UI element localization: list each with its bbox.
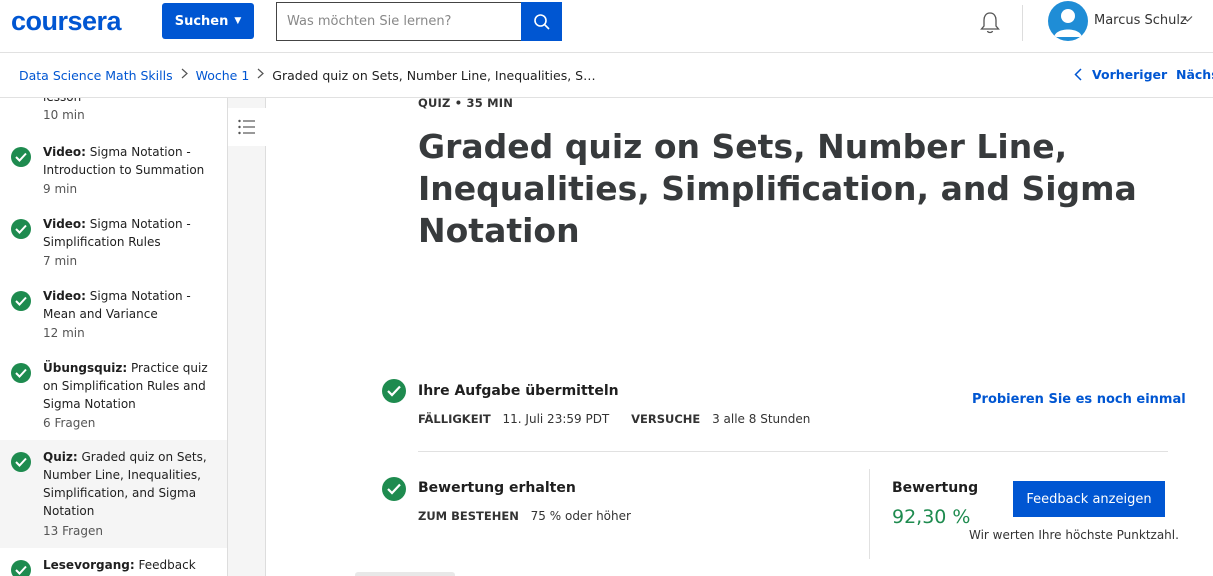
- sidebar-item-label: lesson: [43, 98, 213, 106]
- breadcrumb-current: Graded quiz on Sets, Number Line, Inequa…: [272, 68, 596, 83]
- top-navigation: coursera Suchen ▼ Marcus Schulz: [0, 0, 1213, 53]
- sidebar-item-type: Quiz:: [43, 450, 78, 464]
- submit-meta: FÄLLIGKEIT 11. Juli 23:59 PDT VERSUCHE 3…: [418, 412, 828, 426]
- due-label: FÄLLIGKEIT: [418, 412, 491, 426]
- sidebar-item-label: Video: Sigma Notation - Simplification R…: [43, 215, 213, 251]
- search-box: [276, 2, 522, 41]
- sidebar-item-partial[interactable]: lesson 10 min: [0, 98, 227, 128]
- search-input[interactable]: [277, 3, 522, 40]
- section-divider: [418, 451, 1168, 452]
- sidebar-item-title: Feedback: [138, 558, 196, 572]
- sidebar-item-meta: 10 min: [43, 108, 85, 122]
- list-icon: [238, 119, 255, 135]
- sidebar-item-label: Quiz: Graded quiz on Sets, Number Line, …: [43, 448, 213, 520]
- grade-meta: ZUM BESTEHEN 75 % oder höher: [418, 509, 649, 523]
- grade-section-title: Bewertung erhalten: [418, 480, 576, 496]
- explore-button-label: Suchen: [174, 13, 229, 29]
- check-circle-icon: [11, 452, 31, 472]
- search-icon: [533, 13, 550, 30]
- attempts-value: 3 alle 8 Stunden: [712, 412, 811, 426]
- check-circle-icon: [382, 477, 406, 501]
- check-circle-icon: [11, 147, 31, 167]
- course-sidebar: lesson 10 min Video: Sigma Notation - In…: [0, 98, 228, 576]
- sidebar-item-reading[interactable]: Lesevorgang: Feedback: [0, 554, 227, 576]
- grade-divider: [869, 469, 870, 559]
- sidebar-item-meta: 6 Fragen: [43, 416, 96, 430]
- explore-button[interactable]: Suchen ▼: [162, 3, 254, 39]
- breadcrumb-course-link[interactable]: Data Science Math Skills: [19, 68, 173, 83]
- breadcrumb-bar: Data Science Math Skills Woche 1 Graded …: [0, 53, 1213, 98]
- check-circle-icon: [11, 363, 31, 383]
- chevron-right-icon: [181, 68, 188, 83]
- chevron-down-icon[interactable]: [1182, 13, 1193, 26]
- previous-button[interactable]: Vorheriger: [1074, 67, 1167, 82]
- sidebar-item-practice-quiz[interactable]: Übungsquiz: Practice quiz on Simplificat…: [0, 354, 227, 440]
- submit-section-title: Ihre Aufgabe übermitteln: [418, 383, 619, 399]
- sidebar-item-label: Übungsquiz: Practice quiz on Simplificat…: [43, 359, 213, 413]
- sidebar-item-meta: 7 min: [43, 254, 78, 268]
- grade-value: 92,30 %: [892, 506, 971, 528]
- attempts-label: VERSUCHE: [631, 412, 701, 426]
- user-name[interactable]: Marcus Schulz: [1094, 13, 1187, 28]
- sidebar-item-label: Lesevorgang: Feedback: [43, 556, 213, 574]
- breadcrumb: Data Science Math Skills Woche 1 Graded …: [19, 68, 596, 83]
- sidebar-item-type: Lesevorgang:: [43, 558, 135, 572]
- sidebar-item-meta: 12 min: [43, 326, 85, 340]
- coursera-logo[interactable]: coursera: [11, 6, 122, 37]
- avatar[interactable]: [1048, 1, 1088, 41]
- sidebar-item-video[interactable]: Video: Sigma Notation - Simplification R…: [0, 210, 227, 276]
- page-title: Graded quiz on Sets, Number Line, Inequa…: [418, 127, 1137, 250]
- next-button[interactable]: Nächs: [1176, 67, 1213, 82]
- sidebar-item-type: Übungsquiz:: [43, 361, 128, 375]
- sidebar-item-video[interactable]: Video: Sigma Notation - Mean and Varianc…: [0, 282, 227, 348]
- sidebar-item-type: Video:: [43, 145, 86, 159]
- sidebar-item-meta: 9 min: [43, 182, 78, 196]
- sidebar-item-type: Video:: [43, 289, 86, 303]
- retry-button[interactable]: Probieren Sie es noch einmal: [972, 392, 1186, 407]
- sidebar-item-quiz-active[interactable]: Quiz: Graded quiz on Sets, Number Line, …: [0, 440, 227, 548]
- bell-icon[interactable]: [978, 10, 1002, 36]
- check-circle-icon: [11, 219, 31, 239]
- chevron-left-icon: [1074, 68, 1082, 81]
- chevron-down-icon: ▼: [234, 16, 242, 26]
- pass-label: ZUM BESTEHEN: [418, 509, 519, 523]
- quiz-tag: QUIZ • 35 MIN: [418, 96, 514, 110]
- pass-value: 75 % oder höher: [530, 509, 631, 523]
- check-circle-icon: [382, 379, 406, 403]
- previous-label: Vorheriger: [1092, 67, 1168, 82]
- view-feedback-button[interactable]: Feedback anzeigen: [1013, 481, 1165, 517]
- sidebar-item-meta: 13 Fragen: [43, 524, 104, 538]
- sidebar-item-label: Video: Sigma Notation - Introduction to …: [43, 143, 213, 179]
- sidebar-toggle-button[interactable]: [228, 108, 266, 146]
- check-circle-icon: [11, 560, 31, 576]
- sidebar-item-video[interactable]: Video: Sigma Notation - Introduction to …: [0, 138, 227, 204]
- sidebar-item-label: Video: Sigma Notation - Mean and Varianc…: [43, 287, 213, 323]
- sidebar-item-type: Video:: [43, 217, 86, 231]
- check-circle-icon: [11, 291, 31, 311]
- sidebar-toggle-column: [228, 98, 266, 576]
- due-value: 11. Juli 23:59 PDT: [502, 412, 610, 426]
- bottom-tab-edge: [355, 572, 455, 576]
- breadcrumb-week-link[interactable]: Woche 1: [196, 68, 250, 83]
- grade-note: Wir werten Ihre höchste Punktzahl.: [969, 528, 1179, 542]
- search-button[interactable]: [521, 2, 562, 41]
- grade-label: Bewertung: [892, 480, 979, 496]
- chevron-right-icon: [257, 68, 265, 83]
- header-divider: [1022, 5, 1023, 41]
